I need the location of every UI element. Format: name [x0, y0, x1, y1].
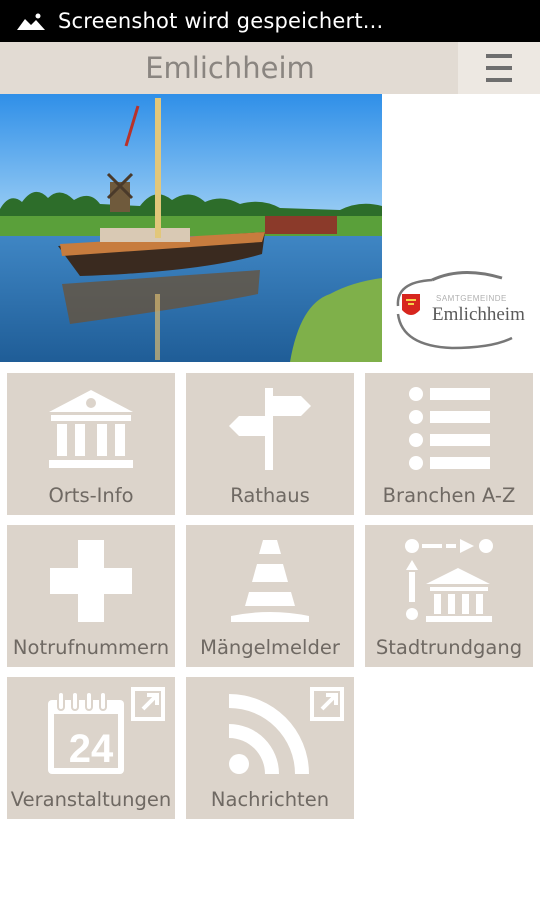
rss-icon: [229, 694, 309, 774]
page-title: Emlichheim: [145, 51, 315, 85]
status-text: Screenshot wird gespeichert...: [58, 9, 384, 33]
logo-name: Emlichheim: [432, 304, 525, 325]
tile-stadtrundgang[interactable]: Stadtrundgang: [365, 525, 533, 667]
tour-route-icon: [405, 539, 493, 622]
museum-icon: [49, 390, 133, 468]
tile-rathaus[interactable]: Rathaus: [186, 373, 354, 515]
signpost-icon: [229, 388, 311, 470]
traffic-cone-icon: [231, 540, 309, 622]
banner: SAMTGEMEINDE Emlichheim: [0, 94, 540, 362]
tile-label: Notrufnummern: [12, 636, 170, 659]
calendar-day: 24: [68, 727, 114, 771]
tile-notrufnummern[interactable]: Notrufnummern: [7, 525, 175, 667]
tile-veranstaltungen[interactable]: 24 Veranstaltungen: [7, 677, 175, 819]
tile-label: Rathaus: [230, 484, 310, 507]
menu-button[interactable]: [458, 42, 540, 94]
app-header: Emlichheim: [0, 42, 540, 94]
banner-photo: [0, 94, 382, 362]
tile-label: Mängelmelder: [200, 636, 340, 659]
logo-small-text: SAMTGEMEINDE: [436, 294, 507, 303]
tile-label: Veranstaltungen: [10, 788, 172, 811]
tile-label: Nachrichten: [210, 788, 330, 811]
external-link-icon: [310, 687, 344, 721]
cross-icon: [50, 540, 132, 622]
hamburger-icon: [486, 50, 512, 86]
tile-maengelmelder[interactable]: Mängelmelder: [186, 525, 354, 667]
tile-orts-info[interactable]: Orts-Info: [7, 373, 175, 515]
tile-label: Orts-Info: [48, 484, 134, 507]
tile-branchen-a-z[interactable]: Branchen A-Z: [365, 373, 533, 515]
tile-label: Branchen A-Z: [382, 484, 516, 507]
status-bar: Screenshot wird gespeichert...: [0, 0, 540, 42]
list-icon: [409, 387, 490, 470]
external-link-icon: [131, 687, 165, 721]
tile-label: Stadtrundgang: [375, 636, 523, 659]
image-icon: [16, 11, 46, 31]
tile-nachrichten[interactable]: Nachrichten: [186, 677, 354, 819]
